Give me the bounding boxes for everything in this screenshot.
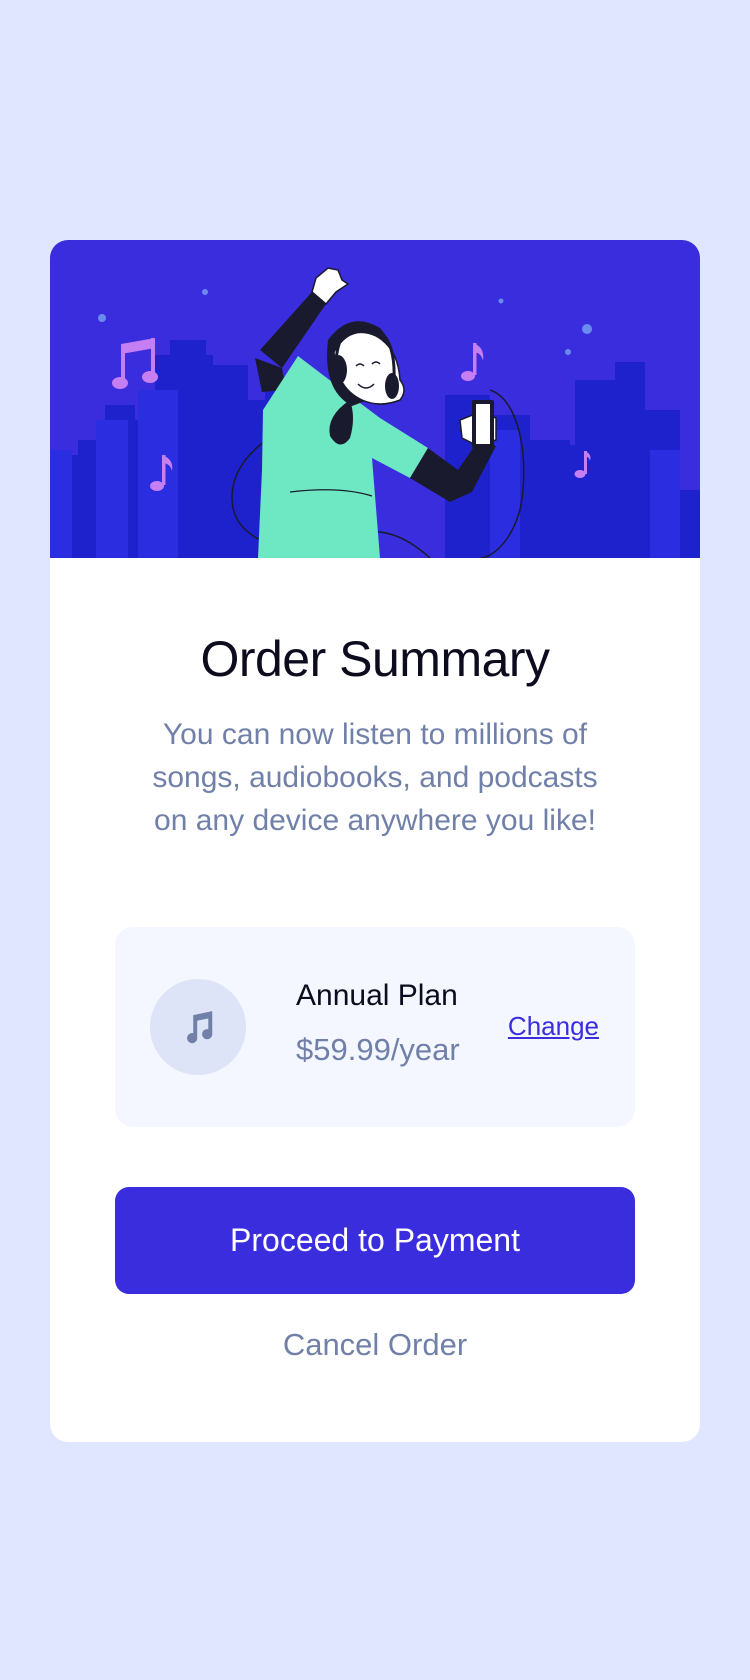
order-summary-card: Order Summary You can now listen to mill… (50, 240, 700, 1442)
page-title: Order Summary (200, 631, 550, 687)
hero-illustration (50, 240, 700, 558)
plan-summary: Annual Plan $59.99/year Change (115, 927, 635, 1127)
plan-price: $59.99/year (296, 1032, 460, 1067)
proceed-to-payment-button[interactable]: Proceed to Payment (115, 1187, 635, 1294)
order-description: You can now listen to millions of songs,… (152, 718, 598, 837)
plan-name: Annual Plan (296, 979, 458, 1012)
hero-illustration-svg (50, 267, 700, 558)
music-note-icon (112, 338, 158, 389)
cancel-order-button[interactable]: Cancel Order (115, 1315, 635, 1375)
change-plan-link[interactable]: Change (508, 1011, 599, 1042)
music-note-icon (187, 1011, 213, 1044)
music-note-icon (461, 343, 484, 381)
plan-icon-badge (150, 979, 246, 1075)
